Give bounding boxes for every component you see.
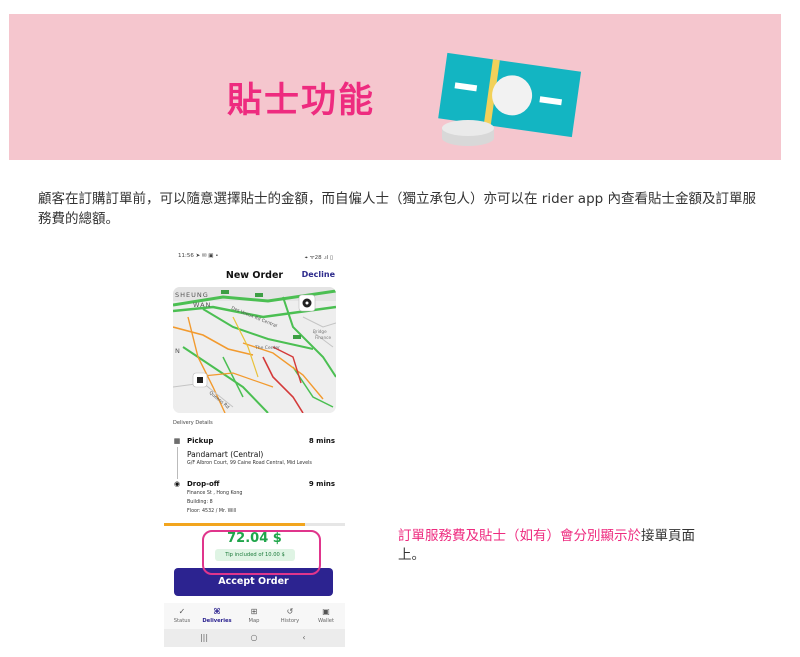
dropoff-line: Floor: 4532 / Mr. Will [187,509,237,514]
map-label: Finance [315,335,331,340]
nav-item-history[interactable]: ↺ History [273,607,307,624]
store-icon: ▦ [173,437,181,445]
route-line [177,447,178,479]
nav-label: Status [173,618,191,624]
description-text: 顧客在訂購訂單前，可以隨意選擇貼士的金額，而自僱人士（獨立承包人）亦可以在 ri… [38,191,757,227]
app-header: New Order Decline [164,267,345,285]
check-icon: ✓ [178,607,186,616]
status-time: 11:56 ➤ ✉ ▣ • [178,253,219,259]
map-label: SHEUNG [175,291,209,299]
nav-label: Deliveries [202,618,232,624]
dropoff-marker-icon[interactable] [298,294,316,312]
annotation-text: 訂單服務費及貼士（如有）會分別顯示於接單頁面上。 [398,527,718,565]
nav-label: History [280,618,300,624]
nav-item-status[interactable]: ✓ Status [165,607,199,624]
back-icon[interactable]: ‹ [294,633,314,642]
dropoff-mins: 9 mins [308,480,335,488]
home-icon[interactable]: ○ [244,633,264,642]
map-label: N [175,347,180,355]
offer-timer-bar [164,523,345,526]
history-icon: ↺ [286,607,294,616]
map-label: WAN [193,301,211,309]
annotation-highlight: 訂單服務費及貼士（如有）會分別顯示於 [398,528,641,544]
nav-label: Wallet [317,618,335,624]
delivery-details-label: Delivery Details [173,420,213,426]
dropoff-line: Building: 8 [187,500,213,505]
price-highlight-ring [202,530,321,575]
nav-item-map[interactable]: ⊞ Map [237,607,271,624]
phone-screenshot: 11:56 ➤ ✉ ▣ • ⌖ ᯤ28 .ıl ▯ New Order Decl… [164,247,345,647]
map-label: The Center [254,345,280,351]
bottom-nav: ✓ Status ⌘ Deliveries ⊞ Map ↺ History ▣ … [164,603,345,629]
banner-title: 貼士功能 [227,81,376,121]
pickup-mins: 8 mins [308,437,335,445]
status-icons: ⌖ ᯤ28 .ıl ▯ [304,255,333,261]
offer-timer-fill [164,523,306,526]
pickup-name: Pandamart (Central) [187,450,264,459]
delivery-map[interactable]: SHEUNG WAN Des Voeux Rd Central The Cent… [173,287,336,413]
nav-item-wallet[interactable]: ▣ Wallet [309,607,343,624]
banknote-and-coins-icon [438,52,582,146]
dropoff-label: Drop-off [187,480,220,488]
map-icon: ⊞ [250,607,258,616]
map-graphic: SHEUNG WAN Des Voeux Rd Central The Cent… [173,287,336,413]
dropoff-pin-icon: ◉ [173,480,181,488]
wallet-icon: ▣ [322,607,330,616]
banner: 貼士功能 [9,14,781,160]
nav-label: Map [248,618,260,624]
status-bar: 11:56 ➤ ✉ ▣ • ⌖ ᯤ28 .ıl ▯ [164,247,345,263]
map-label: Bridge [313,329,327,334]
decline-button[interactable]: Decline [302,270,335,279]
dropoff-line: Finance St , Hong Kong [187,491,243,496]
pickup-address: G/F Albron Court, 99 Caine Road Central,… [187,461,312,466]
pickup-label: Pickup [187,437,214,445]
nav-item-deliveries[interactable]: ⌘ Deliveries [200,607,234,624]
bicycle-icon: ⌘ [213,607,221,616]
pickup-marker-icon[interactable] [192,372,208,388]
system-nav-bar: ||| ○ ‹ [164,629,345,647]
recent-apps-icon[interactable]: ||| [194,633,214,642]
